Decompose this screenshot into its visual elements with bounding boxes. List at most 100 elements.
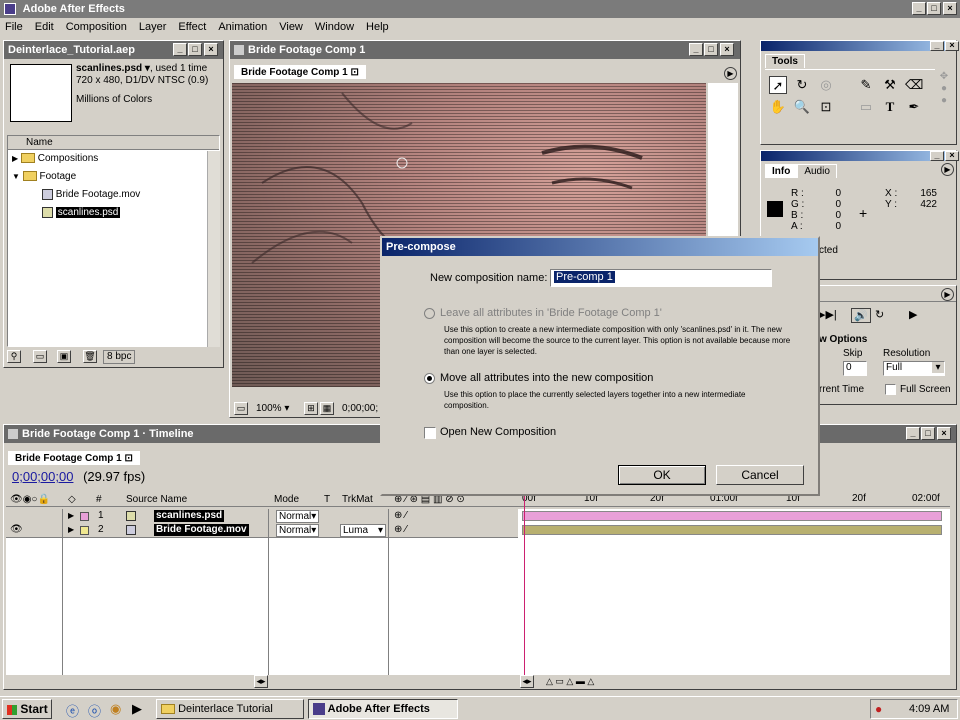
- zoom-slider[interactable]: △ ▭ △ ▬ △: [546, 675, 646, 688]
- tools-minimize-button[interactable]: _: [930, 41, 944, 51]
- zoom-level[interactable]: 100% ▾: [256, 403, 289, 414]
- column-trkmat[interactable]: TrkMat: [342, 493, 373, 507]
- tab-timeline-comp[interactable]: Bride Footage Comp 1 ⊡: [8, 451, 140, 465]
- list-item[interactable]: Bride Footage.mov: [8, 186, 219, 204]
- pan-behind-icon[interactable]: ⊡: [817, 98, 835, 116]
- project-maximize-button[interactable]: □: [188, 43, 202, 56]
- skip-input[interactable]: 0: [843, 361, 867, 376]
- ruler-expand-icon[interactable]: ◂▸: [520, 675, 534, 688]
- info-close-button[interactable]: ×: [945, 151, 959, 161]
- menu-composition[interactable]: Composition: [66, 21, 127, 33]
- pen-tool-icon[interactable]: ✒: [905, 98, 923, 116]
- task-deinterlace-tutorial[interactable]: Deinterlace Tutorial: [156, 699, 304, 719]
- palette-menu-icon[interactable]: ▶: [941, 288, 954, 301]
- safe-zones-icon[interactable]: ⊞: [304, 402, 318, 415]
- tab-audio[interactable]: Audio: [797, 164, 837, 178]
- bit-depth[interactable]: 8 bpc: [103, 350, 136, 364]
- layer-name[interactable]: scanlines.psd: [154, 510, 225, 522]
- tools-title-bar[interactable]: [761, 41, 956, 51]
- file-name[interactable]: scanlines.psd ▾: [76, 63, 150, 74]
- full-screen-checkbox[interactable]: [885, 384, 896, 395]
- menu-view[interactable]: View: [279, 21, 303, 33]
- eraser-tool-icon[interactable]: ⌫: [905, 76, 923, 94]
- timeline-maximize-button[interactable]: □: [921, 427, 935, 440]
- menu-effect[interactable]: Effect: [178, 21, 206, 33]
- cancel-button[interactable]: Cancel: [716, 465, 804, 485]
- mode-select[interactable]: Normal▾: [276, 524, 320, 537]
- find-icon[interactable]: ⚲: [7, 350, 21, 363]
- timeline-minimize-button[interactable]: _: [906, 427, 920, 440]
- table-row[interactable]: 👁 ▶ 2 Bride Footage.mov Normal▾ Luma ▾ ⊕ …: [6, 523, 518, 537]
- column-header-name[interactable]: Name: [8, 136, 219, 150]
- start-button[interactable]: Start: [2, 699, 52, 719]
- resolution-select[interactable]: Full ▾: [883, 361, 945, 376]
- mask-tool-icon[interactable]: ▭: [857, 98, 875, 116]
- open-new-comp-checkbox[interactable]: [424, 427, 436, 439]
- tab-tools[interactable]: Tools: [765, 54, 805, 68]
- layer-duration-bar[interactable]: [522, 525, 942, 535]
- mode-select[interactable]: Normal▾: [276, 510, 320, 523]
- current-time-display[interactable]: 0;00;00;: [342, 403, 378, 414]
- ram-preview-icon[interactable]: ▶: [909, 308, 917, 321]
- audio-icon[interactable]: 🔊: [851, 308, 871, 323]
- comp-maximize-button[interactable]: □: [704, 43, 718, 56]
- app-minimize-button[interactable]: _: [912, 2, 926, 15]
- layer-name[interactable]: Bride Footage.mov: [154, 524, 249, 536]
- track-area[interactable]: [518, 493, 950, 675]
- switch-icons[interactable]: ⊕ ⁄: [394, 523, 407, 537]
- comp-title-bar[interactable]: Bride Footage Comp 1: [230, 41, 740, 59]
- column-source-name[interactable]: Source Name: [126, 493, 187, 507]
- timecode[interactable]: 0;00;00;00: [12, 469, 73, 484]
- selection-tool-icon[interactable]: ➚: [769, 76, 787, 94]
- app-maximize-button[interactable]: □: [927, 2, 941, 15]
- table-row[interactable]: ▶ 1 scanlines.psd Normal▾ ⊕ ⁄: [6, 509, 518, 523]
- orbit-camera-icon[interactable]: ◎: [817, 76, 835, 94]
- project-close-button[interactable]: ×: [204, 43, 218, 56]
- ok-button[interactable]: OK: [618, 465, 706, 485]
- list-item-selected[interactable]: scanlines.psd: [8, 204, 219, 222]
- project-scrollbar[interactable]: [207, 151, 220, 347]
- option-leave-radio[interactable]: [424, 308, 435, 319]
- new-folder-icon[interactable]: ▭: [33, 350, 47, 363]
- trash-icon[interactable]: 🗑: [83, 350, 97, 363]
- grid-icon[interactable]: ▦: [320, 402, 334, 415]
- list-item[interactable]: ▶ Compositions: [8, 150, 219, 168]
- zoom-tool-icon[interactable]: 🔍: [793, 98, 811, 116]
- info-title-bar[interactable]: [761, 151, 956, 161]
- hand-tool-icon[interactable]: ✋: [769, 98, 787, 116]
- menu-layer[interactable]: Layer: [139, 21, 167, 33]
- info-minimize-button[interactable]: _: [930, 151, 944, 161]
- current-time-indicator[interactable]: [524, 493, 525, 675]
- comp-name-input[interactable]: Pre-comp 1: [550, 269, 772, 287]
- brush-tool-icon[interactable]: ✎: [857, 76, 875, 94]
- clock[interactable]: 4:09 AM: [909, 703, 949, 715]
- palette-menu-icon[interactable]: ▶: [941, 163, 954, 176]
- dialog-title-bar[interactable]: Pre-compose: [382, 238, 818, 256]
- text-tool-icon[interactable]: T: [881, 98, 899, 116]
- expand-panel-icon[interactable]: ◂▸: [254, 675, 268, 688]
- speaker-icon[interactable]: ●: [875, 702, 882, 716]
- timeline-close-button[interactable]: ×: [937, 427, 951, 440]
- new-comp-icon[interactable]: ▣: [57, 350, 71, 363]
- loop-icon[interactable]: ↻: [875, 308, 884, 321]
- trkmat-select[interactable]: Luma ▾: [340, 524, 386, 537]
- clone-stamp-icon[interactable]: ⚒: [881, 76, 899, 94]
- menu-edit[interactable]: Edit: [35, 21, 54, 33]
- list-item[interactable]: ▼ Footage: [8, 168, 219, 186]
- task-adobe-after-effects[interactable]: Adobe After Effects: [308, 699, 458, 719]
- menu-help[interactable]: Help: [366, 21, 389, 33]
- media-icon[interactable]: ▶: [132, 701, 142, 717]
- outlook-icon[interactable]: ⓞ: [88, 701, 101, 720]
- visibility-eye-icon[interactable]: 👁: [10, 523, 23, 537]
- menu-window[interactable]: Window: [315, 21, 354, 33]
- menu-animation[interactable]: Animation: [218, 21, 267, 33]
- comp-close-button[interactable]: ×: [720, 43, 734, 56]
- app-close-button[interactable]: ×: [943, 2, 957, 15]
- tools-close-button[interactable]: ×: [945, 41, 959, 51]
- tab-bride-footage-comp[interactable]: Bride Footage Comp 1 ⊡: [234, 65, 366, 79]
- option-move-radio[interactable]: [424, 373, 435, 384]
- project-minimize-button[interactable]: _: [173, 43, 187, 56]
- comp-minimize-button[interactable]: _: [689, 43, 703, 56]
- switch-icons[interactable]: ⊕ ⁄: [394, 509, 407, 523]
- ie-icon[interactable]: ⓔ: [66, 701, 79, 720]
